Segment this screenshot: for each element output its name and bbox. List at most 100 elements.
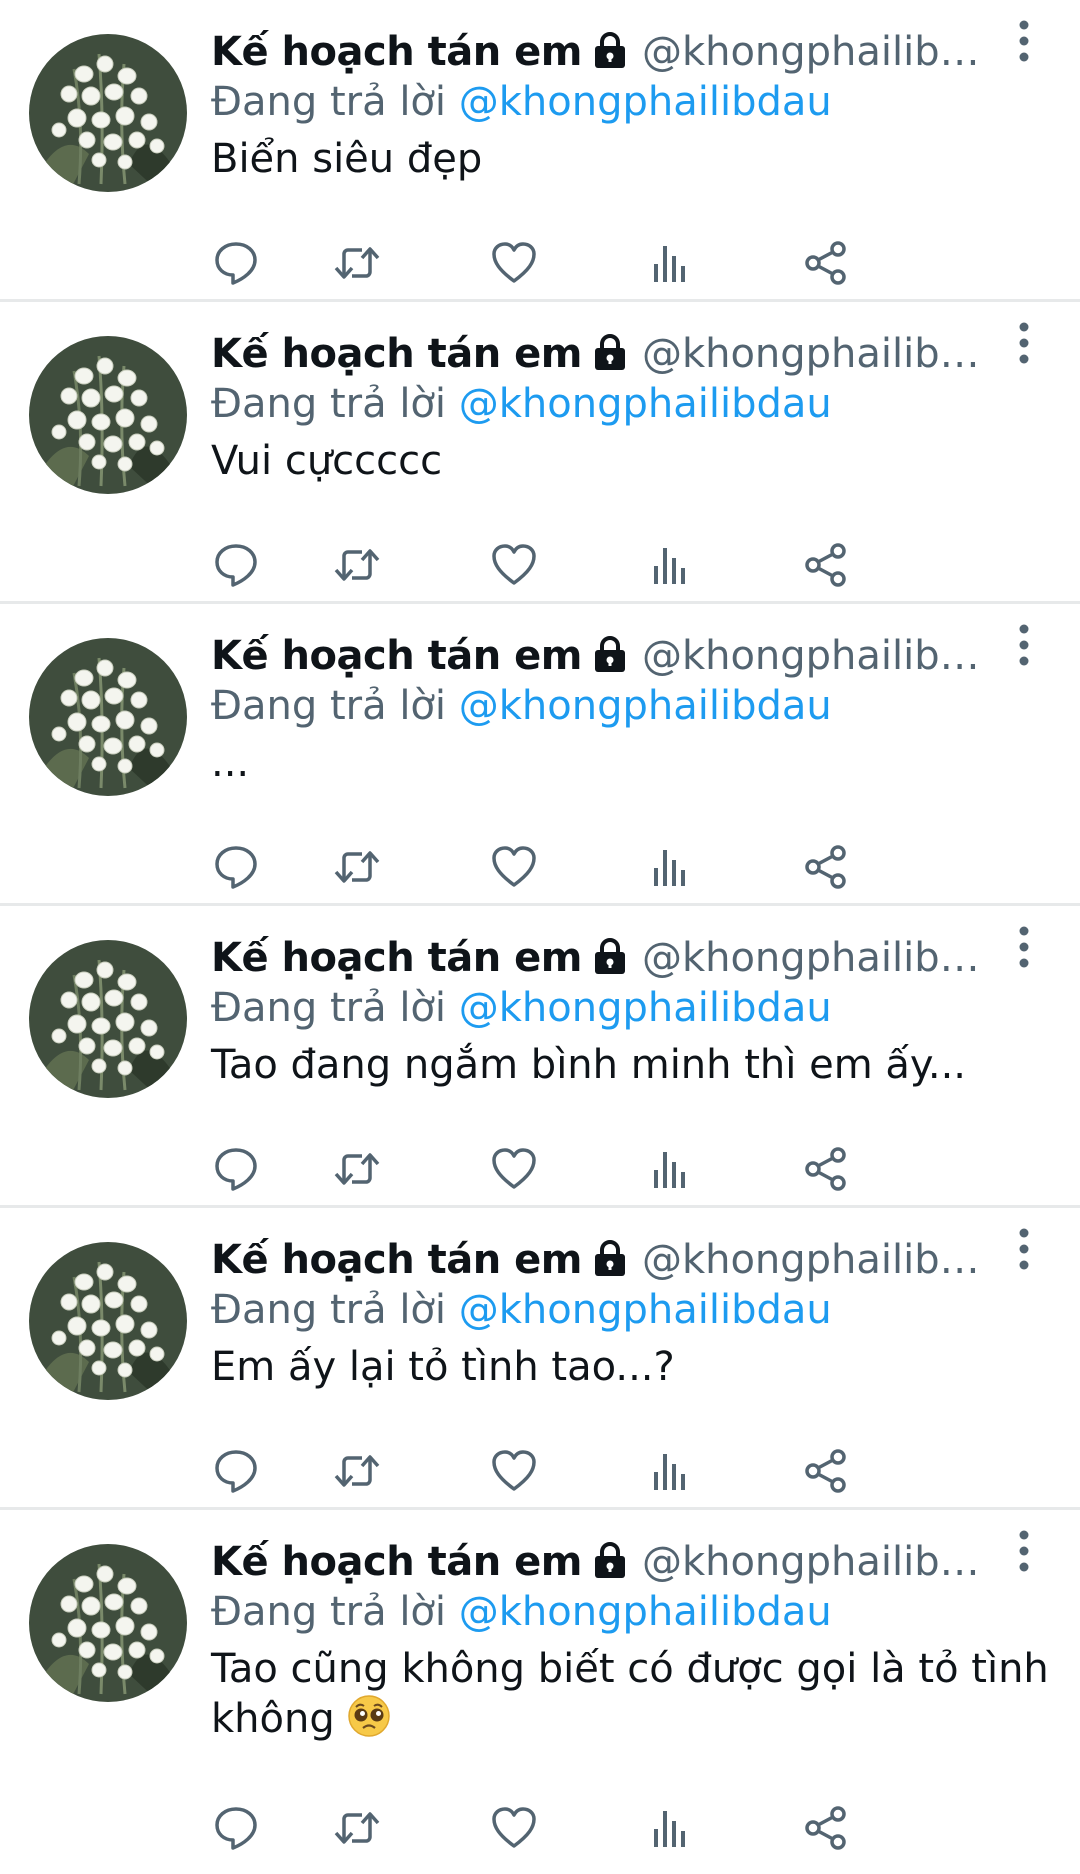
more-vertical-icon[interactable] xyxy=(1018,624,1030,666)
reply-icon[interactable] xyxy=(211,238,261,288)
tweet-header: Kế hoạch tán em @khongphailibd··· xyxy=(211,26,1080,78)
tweet[interactable]: Kế hoạch tán em @khongphailibd··· Đang t… xyxy=(0,1208,1080,1510)
heart-icon[interactable] xyxy=(489,842,539,892)
tweet-content: Kế hoạch tán em @khongphailibd··· Đang t… xyxy=(211,630,1080,788)
tweet-actions xyxy=(207,238,1080,288)
tweet-text: Biển siêu đẹp xyxy=(211,134,1051,184)
more-vertical-icon[interactable] xyxy=(1018,322,1030,364)
replying-prefix: Đang trả lời xyxy=(211,381,447,427)
retweet-icon[interactable] xyxy=(332,238,382,288)
avatar[interactable] xyxy=(29,1242,187,1400)
tweet-actions xyxy=(207,540,1080,590)
heart-icon[interactable] xyxy=(489,1446,539,1496)
avatar[interactable] xyxy=(29,1544,187,1702)
tweet-header: Kế hoạch tán em @khongphailibd··· xyxy=(211,630,1080,682)
reply-icon[interactable] xyxy=(211,842,261,892)
tweet-text-content: Tao đang ngắm bình minh thì em ấy... xyxy=(211,1042,966,1088)
replying-prefix: Đang trả lời xyxy=(211,985,447,1031)
views-bar-chart-icon[interactable] xyxy=(645,540,695,590)
author-name[interactable]: Kế hoạch tán em xyxy=(211,29,582,75)
reply-icon[interactable] xyxy=(211,540,261,590)
lock-icon xyxy=(592,635,628,677)
avatar[interactable] xyxy=(29,940,187,1098)
replying-to: Đang trả lời @khongphailibdau xyxy=(211,76,1080,128)
retweet-icon[interactable] xyxy=(332,1446,382,1496)
replying-prefix: Đang trả lời xyxy=(211,1287,447,1333)
lock-icon xyxy=(592,1541,628,1583)
tweet-content: Kế hoạch tán em @khongphailibd··· Đang t… xyxy=(211,1536,1080,1744)
tweet[interactable]: Kế hoạch tán em @khongphailibd··· Đang t… xyxy=(0,1510,1080,1867)
replying-mention-link[interactable]: @khongphailibdau xyxy=(459,1589,832,1635)
tweet-text: Em ấy lại tỏ tình tao...? xyxy=(211,1342,1051,1392)
tweet[interactable]: Kế hoạch tán em @khongphailibd··· Đang t… xyxy=(0,604,1080,906)
retweet-icon[interactable] xyxy=(332,540,382,590)
avatar[interactable] xyxy=(29,638,187,796)
share-icon[interactable] xyxy=(801,1446,851,1496)
more-vertical-icon[interactable] xyxy=(1018,1530,1030,1572)
share-icon[interactable] xyxy=(801,842,851,892)
tweet[interactable]: Kế hoạch tán em @khongphailibd··· Đang t… xyxy=(0,0,1080,302)
replying-to: Đang trả lời @khongphailibdau xyxy=(211,680,1080,732)
retweet-icon[interactable] xyxy=(332,842,382,892)
tweet[interactable]: Kế hoạch tán em @khongphailibd··· Đang t… xyxy=(0,906,1080,1208)
lock-icon xyxy=(592,937,628,979)
share-icon[interactable] xyxy=(801,1144,851,1194)
views-bar-chart-icon[interactable] xyxy=(645,1803,695,1853)
heart-icon[interactable] xyxy=(489,238,539,288)
more-vertical-icon[interactable] xyxy=(1018,1228,1030,1270)
tweet-actions xyxy=(207,1803,1080,1853)
author-handle[interactable]: @khongphailibd··· xyxy=(642,1539,1002,1585)
tweet-text-content: Biển siêu đẹp xyxy=(211,136,483,182)
heart-icon[interactable] xyxy=(489,1144,539,1194)
views-bar-chart-icon[interactable] xyxy=(645,1144,695,1194)
author-handle[interactable]: @khongphailibd··· xyxy=(642,29,1002,75)
lock-icon xyxy=(592,333,628,375)
replying-mention-link[interactable]: @khongphailibdau xyxy=(459,683,832,729)
retweet-icon[interactable] xyxy=(332,1803,382,1853)
author-name[interactable]: Kế hoạch tán em xyxy=(211,935,582,981)
avatar-flower-image xyxy=(29,336,187,494)
more-vertical-icon[interactable] xyxy=(1018,926,1030,968)
replying-mention-link[interactable]: @khongphailibdau xyxy=(459,985,832,1031)
retweet-icon[interactable] xyxy=(332,1144,382,1194)
avatar[interactable] xyxy=(29,336,187,494)
views-bar-chart-icon[interactable] xyxy=(645,842,695,892)
reply-icon[interactable] xyxy=(211,1144,261,1194)
avatar[interactable] xyxy=(29,34,187,192)
tweet[interactable]: Kế hoạch tán em @khongphailibd··· Đang t… xyxy=(0,302,1080,604)
more-vertical-icon[interactable] xyxy=(1018,20,1030,62)
author-handle[interactable]: @khongphailibd··· xyxy=(642,633,1002,679)
replying-mention-link[interactable]: @khongphailibdau xyxy=(459,381,832,427)
tweet-content: Kế hoạch tán em @khongphailibd··· Đang t… xyxy=(211,26,1080,184)
avatar-flower-image xyxy=(29,638,187,796)
views-bar-chart-icon[interactable] xyxy=(645,238,695,288)
avatar-flower-image xyxy=(29,1242,187,1400)
lock-icon xyxy=(592,1239,628,1281)
share-icon[interactable] xyxy=(801,1803,851,1853)
lock-icon xyxy=(592,31,628,73)
author-handle[interactable]: @khongphailibd··· xyxy=(642,1237,1002,1283)
reply-icon[interactable] xyxy=(211,1803,261,1853)
replying-to: Đang trả lời @khongphailibdau xyxy=(211,1586,1080,1638)
tweet-text: ... xyxy=(211,738,1051,788)
author-name[interactable]: Kế hoạch tán em xyxy=(211,633,582,679)
replying-prefix: Đang trả lời xyxy=(211,683,447,729)
replying-mention-link[interactable]: @khongphailibdau xyxy=(459,1287,832,1333)
author-handle[interactable]: @khongphailibd··· xyxy=(642,935,1002,981)
replying-prefix: Đang trả lời xyxy=(211,79,447,125)
replying-to: Đang trả lời @khongphailibdau xyxy=(211,378,1080,430)
author-name[interactable]: Kế hoạch tán em xyxy=(211,331,582,377)
author-name[interactable]: Kế hoạch tán em xyxy=(211,1539,582,1585)
avatar-flower-image xyxy=(29,1544,187,1702)
author-handle[interactable]: @khongphailibd··· xyxy=(642,331,1002,377)
views-bar-chart-icon[interactable] xyxy=(645,1446,695,1496)
heart-icon[interactable] xyxy=(489,1803,539,1853)
tweet-text: Vui cựccccc xyxy=(211,436,1051,486)
reply-icon[interactable] xyxy=(211,1446,261,1496)
author-name[interactable]: Kế hoạch tán em xyxy=(211,1237,582,1283)
replying-mention-link[interactable]: @khongphailibdau xyxy=(459,79,832,125)
share-icon[interactable] xyxy=(801,540,851,590)
heart-icon[interactable] xyxy=(489,540,539,590)
tweet-text: Tao cũng không biết có được gọi là tỏ tì… xyxy=(211,1644,1051,1744)
share-icon[interactable] xyxy=(801,238,851,288)
